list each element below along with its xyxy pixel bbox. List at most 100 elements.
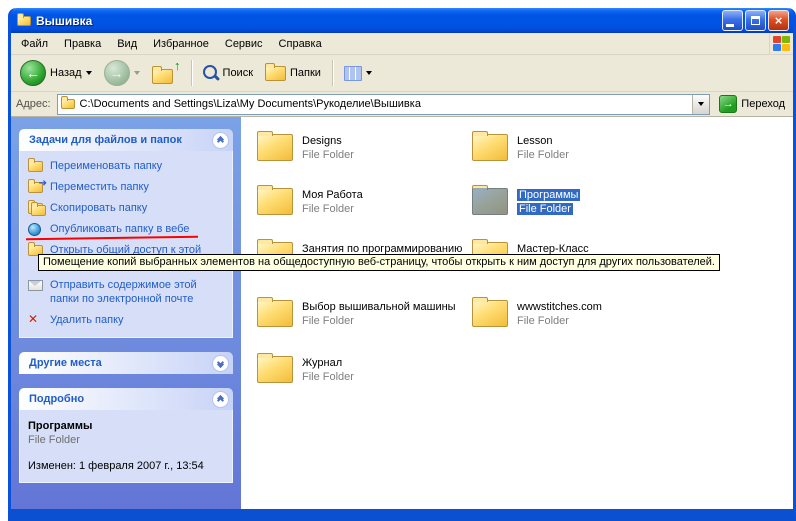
explorer-window: Вышивка × Файл Правка Вид Избранное Серв…: [8, 8, 796, 521]
forward-icon: →: [104, 60, 130, 86]
folder-name: Выбор вышивальной машины: [302, 301, 456, 313]
minimize-icon: [726, 24, 734, 27]
folder-type: File Folder: [517, 149, 569, 161]
up-button[interactable]: ↑: [147, 58, 185, 88]
address-bar: Адрес: C:\Documents and Settings\Liza\My…: [11, 92, 793, 117]
folder-icon: [472, 300, 508, 327]
folder-item-lesson[interactable]: LessonFile Folder: [472, 131, 569, 161]
minimize-button[interactable]: [722, 10, 743, 31]
tasks-panel-title: Задачи для файлов и папок: [29, 134, 182, 146]
publish-web-icon: [28, 222, 44, 235]
collapse-up-icon[interactable]: [212, 132, 229, 149]
task-label[interactable]: Опубликовать папку в вебе: [50, 222, 189, 236]
back-label: Назад: [50, 67, 82, 79]
tooltip: Помещение копий выбранных элементов на о…: [38, 254, 720, 271]
menubar: Файл Правка Вид Избранное Сервис Справка: [11, 33, 793, 55]
folder-icon: [257, 300, 293, 327]
details-modified: Изменен: 1 февраля 2007 г., 13:54: [28, 460, 224, 472]
menu-file[interactable]: Файл: [13, 34, 56, 54]
address-path[interactable]: C:\Documents and Settings\Liza\My Docume…: [80, 98, 688, 110]
address-input[interactable]: C:\Documents and Settings\Liza\My Docume…: [57, 94, 711, 115]
copy-folder-icon: [28, 201, 44, 214]
task-copy-folder[interactable]: Скопировать папку: [28, 201, 226, 215]
folder-item-moya-rabota[interactable]: Моя РаботаFile Folder: [257, 185, 363, 215]
up-folder-icon: ↑: [152, 61, 180, 85]
task-rename-folder[interactable]: Переименовать папку: [28, 159, 226, 173]
content-area: Задачи для файлов и папок Переименовать …: [11, 117, 793, 509]
other-places-title: Другие места: [29, 357, 102, 369]
folder-view: Designs File Folder LessonFile Folder Моя…: [241, 117, 793, 509]
task-label[interactable]: Удалить папку: [50, 313, 124, 327]
task-move-folder[interactable]: ➔ Переместить папку: [28, 180, 226, 194]
task-label[interactable]: Отправить содержимое этой папки по элект…: [50, 278, 226, 306]
address-dropdown-button[interactable]: [692, 95, 709, 114]
address-label: Адрес:: [16, 98, 51, 110]
task-label[interactable]: Переименовать папку: [50, 159, 162, 173]
folder-name: wwwstitches.com: [517, 301, 602, 313]
folder-item-programmy[interactable]: ПрограммыFile Folder: [472, 185, 580, 215]
views-button[interactable]: [339, 63, 377, 84]
folder-item-wwwstitches[interactable]: wwwstitches.com File Folder: [472, 297, 602, 327]
maximize-icon: [751, 16, 760, 25]
folders-button[interactable]: Папки: [260, 63, 326, 84]
back-dropdown-icon[interactable]: [86, 71, 92, 75]
views-dropdown-icon: [366, 71, 372, 75]
folder-type: File Folder: [302, 149, 354, 161]
maximize-button[interactable]: [745, 10, 766, 31]
folder-type: File Folder: [517, 315, 602, 327]
go-button[interactable]: → Переход: [716, 95, 788, 113]
folders-label: Папки: [290, 67, 321, 79]
close-button[interactable]: ×: [768, 10, 789, 31]
email-icon: [28, 278, 44, 291]
other-places-panel: Другие места: [19, 352, 233, 374]
details-folder-type: File Folder: [28, 434, 224, 446]
details-header[interactable]: Подробно: [19, 388, 233, 410]
folder-icon-selected: [472, 188, 508, 215]
folder-name: Designs: [302, 135, 354, 147]
menu-edit[interactable]: Правка: [56, 34, 109, 54]
folder-name: Журнал: [302, 357, 354, 369]
menu-favorites[interactable]: Избранное: [145, 34, 217, 54]
folder-item-designs[interactable]: Designs File Folder: [257, 131, 354, 161]
forward-dropdown-icon: [134, 71, 140, 75]
search-button[interactable]: Поиск: [198, 62, 258, 84]
address-folder-icon: [61, 99, 75, 109]
menu-view[interactable]: Вид: [109, 34, 145, 54]
titlebar: Вышивка ×: [11, 8, 793, 33]
rename-folder-icon: [28, 159, 44, 172]
back-icon: ←: [20, 60, 46, 86]
folder-item-vybor-vyshivalnoy-mashiny[interactable]: Выбор вышивальной машины File Folder: [257, 297, 456, 327]
other-places-header[interactable]: Другие места: [19, 352, 233, 374]
task-publish-folder-web[interactable]: Опубликовать папку в вебе: [28, 222, 226, 236]
folder-type: File Folder: [302, 371, 354, 383]
expand-down-icon[interactable]: [212, 355, 229, 372]
folders-icon: [265, 66, 286, 81]
views-icon: [344, 66, 362, 81]
window-title: Вышивка: [36, 14, 720, 28]
task-label[interactable]: Переместить папку: [50, 180, 149, 194]
folder-type: File Folder: [517, 203, 573, 215]
go-label: Переход: [741, 98, 785, 110]
tasks-panel-header[interactable]: Задачи для файлов и папок: [19, 129, 233, 151]
toolbar-separator: [191, 60, 192, 86]
forward-button[interactable]: →: [99, 57, 145, 89]
delete-icon: ✕: [28, 313, 44, 326]
folder-type: File Folder: [302, 315, 456, 327]
task-label[interactable]: Скопировать папку: [50, 201, 147, 215]
menu-help[interactable]: Справка: [271, 34, 330, 54]
folder-item-zhurnal[interactable]: Журнал File Folder: [257, 353, 354, 383]
collapse-up-icon[interactable]: [212, 391, 229, 408]
details-panel: Подробно Программы File Folder Изменен: …: [19, 388, 233, 483]
folder-icon: [257, 188, 293, 215]
details-title: Подробно: [29, 393, 84, 405]
windows-logo-icon: [769, 33, 793, 54]
go-icon: →: [719, 95, 737, 113]
folder-name: Моя Работа: [302, 189, 363, 201]
folder-icon: [472, 134, 508, 161]
back-button[interactable]: ← Назад: [15, 57, 97, 89]
task-delete-folder[interactable]: ✕ Удалить папку: [28, 313, 226, 327]
details-folder-name: Программы: [28, 420, 224, 432]
search-label: Поиск: [223, 67, 253, 79]
menu-tools[interactable]: Сервис: [217, 34, 271, 54]
task-email-folder[interactable]: Отправить содержимое этой папки по элект…: [28, 278, 226, 306]
